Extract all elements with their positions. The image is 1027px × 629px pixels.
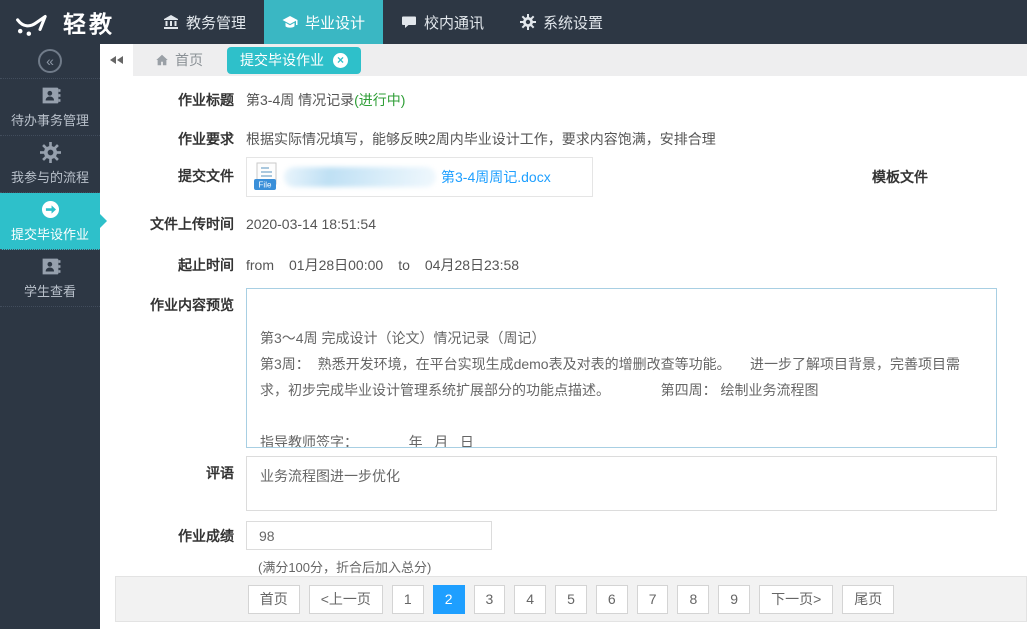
sidebar-item-pending-tasks[interactable]: 待办事务管理 — [0, 79, 100, 136]
sidebar-item-submit-assignment[interactable]: 提交毕设作业 — [0, 193, 100, 250]
app-window: 轻教 教务管理 毕业设计 校内通讯 系统设置 « — [0, 0, 1027, 629]
collapse-sidebar-button[interactable]: « — [38, 49, 62, 73]
submitted-file-label: 提交文件 — [100, 157, 246, 197]
app-logo[interactable]: 轻教 — [0, 0, 145, 44]
tab-label: 首页 — [175, 50, 203, 70]
tabs-scroll-left-button[interactable] — [100, 44, 133, 76]
pagination-page-4[interactable]: 4 — [514, 585, 546, 614]
submitted-file-box: File 第3-4周周记.docx — [246, 157, 593, 197]
period-label: 起止时间 — [100, 256, 246, 275]
period-from-word: from — [246, 257, 274, 273]
arrow-circle-right-icon — [40, 199, 61, 220]
sidebar-item-label: 待办事务管理 — [11, 110, 89, 129]
period-value: from 01月28日00:00 to 04月28日23:58 — [246, 256, 534, 275]
contact-card-icon — [40, 85, 61, 106]
graduation-cap-icon — [282, 14, 298, 30]
pagination-page-7[interactable]: 7 — [637, 585, 669, 614]
content-preview-label: 作业内容预览 — [100, 288, 246, 448]
tab-home[interactable]: 首页 — [155, 50, 203, 70]
pagination-page-9[interactable]: 9 — [718, 585, 750, 614]
sidebar-item-student-view[interactable]: 学生查看 — [0, 250, 100, 307]
pagination-page-1[interactable]: 1 — [392, 585, 424, 614]
top-navbar: 轻教 教务管理 毕业设计 校内通讯 系统设置 — [0, 0, 1027, 44]
period-start-value: 01月28日00:00 — [289, 257, 383, 273]
nav-item-system-settings[interactable]: 系统设置 — [502, 0, 621, 44]
sidebar-collapse-row: « — [0, 44, 100, 79]
upload-time-row: 文件上传时间 2020-03-14 18:51:54 — [100, 215, 1027, 234]
sidebar-item-my-processes[interactable]: 我参与的流程 — [0, 136, 100, 193]
contact-card-icon — [40, 256, 61, 277]
app-title: 轻教 — [63, 5, 115, 39]
pagination-first[interactable]: 首页 — [248, 585, 300, 614]
nav-item-label: 毕业设计 — [305, 12, 365, 33]
assignment-title-value: 第3-4周 情况记录(进行中) — [246, 91, 405, 110]
comment-row: 评语 业务流程图进一步优化 — [100, 456, 1027, 511]
pagination-page-5[interactable]: 5 — [555, 585, 587, 614]
upload-time-label: 文件上传时间 — [100, 215, 246, 234]
comment-textarea[interactable]: 业务流程图进一步优化 — [246, 456, 997, 511]
sidebar-item-label: 提交毕设作业 — [11, 224, 89, 243]
close-tab-icon[interactable]: × — [333, 53, 348, 68]
submitted-file-row: 提交文件 File 第3-4周周记.docx 模板文件 — [100, 157, 1027, 197]
pagination-page-8[interactable]: 8 — [677, 585, 709, 614]
grade-hint: (满分100分，折合后加入总分) — [258, 557, 1027, 576]
assignment-detail-form: 作业标题 第3-4周 情况记录(进行中) 作业要求 根据实际情况填写，能够反映2… — [100, 76, 1027, 576]
period-to-word: to — [398, 257, 410, 273]
assignment-title-row: 作业标题 第3-4周 情况记录(进行中) — [100, 91, 1027, 110]
grade-row: 作业成绩 — [100, 521, 1027, 550]
sidebar-item-label: 我参与的流程 — [11, 167, 89, 186]
assignment-title-text: 第3-4周 情况记录 — [246, 92, 354, 108]
left-triangle-icon — [117, 56, 123, 64]
nav-item-academic-admin[interactable]: 教务管理 — [145, 0, 264, 44]
redacted-text — [284, 167, 436, 187]
chat-icon — [401, 14, 417, 30]
tab-label: 提交毕设作业 — [240, 50, 324, 70]
grade-input[interactable] — [246, 521, 492, 550]
nav-item-campus-messages[interactable]: 校内通讯 — [383, 0, 502, 44]
logo-swoosh-icon — [14, 7, 54, 38]
top-menu: 教务管理 毕业设计 校内通讯 系统设置 — [145, 0, 621, 44]
pagination-next[interactable]: 下一页> — [759, 585, 833, 614]
pagination-bar: 首页 <上一页 1 2 3 4 5 6 7 8 9 下一页> 尾页 — [115, 576, 1027, 622]
grade-label: 作业成绩 — [100, 521, 246, 550]
sidebar: « 待办事务管理 我参与的流程 提交毕设作业 学生查看 — [0, 44, 100, 629]
content-preview-textarea[interactable]: 第3～4周 完成设计（论文）情况记录（周记） 第3周： 熟悉开发环境，在平台实现… — [246, 288, 997, 448]
comment-label: 评语 — [100, 456, 246, 511]
nav-item-label: 系统设置 — [543, 12, 603, 33]
pagination-last[interactable]: 尾页 — [842, 585, 894, 614]
content-preview-row: 作业内容预览 第3～4周 完成设计（论文）情况记录（周记） 第3周： 熟悉开发环… — [100, 288, 1027, 448]
sidebar-item-label: 学生查看 — [24, 281, 76, 300]
status-badge: (进行中) — [354, 92, 405, 108]
home-icon — [155, 53, 169, 67]
tab-bar: 首页 提交毕设作业 × — [100, 44, 1027, 76]
nav-item-label: 校内通讯 — [424, 12, 484, 33]
left-triangle-icon — [110, 56, 116, 64]
pagination-prev[interactable]: <上一页 — [309, 585, 383, 614]
pagination-page-2[interactable]: 2 — [433, 585, 465, 614]
nav-item-graduation-design[interactable]: 毕业设计 — [264, 0, 383, 44]
submitted-file-link[interactable]: 第3-4周周记.docx — [441, 167, 551, 187]
tab-submit-assignment[interactable]: 提交毕设作业 × — [227, 47, 361, 74]
file-doc-icon: File — [253, 162, 279, 192]
file-badge-text: File — [259, 181, 272, 190]
assignment-requirement-label: 作业要求 — [100, 130, 246, 149]
template-file-label: 模板文件 — [872, 157, 928, 197]
gear-icon — [520, 14, 536, 30]
bank-icon — [163, 14, 179, 30]
period-end-value: 04月28日23:58 — [425, 257, 519, 273]
pagination-page-3[interactable]: 3 — [474, 585, 506, 614]
upload-time-value: 2020-03-14 18:51:54 — [246, 215, 376, 234]
pagination-page-6[interactable]: 6 — [596, 585, 628, 614]
gear-icon — [40, 142, 61, 163]
assignment-title-label: 作业标题 — [100, 91, 246, 110]
assignment-requirement-value: 根据实际情况填写，能够反映2周内毕业设计工作，要求内容饱满，安排合理 — [246, 130, 716, 149]
nav-item-label: 教务管理 — [186, 12, 246, 33]
period-row: 起止时间 from 01月28日00:00 to 04月28日23:58 — [100, 256, 1027, 275]
assignment-requirement-row: 作业要求 根据实际情况填写，能够反映2周内毕业设计工作，要求内容饱满，安排合理 — [100, 130, 1027, 149]
